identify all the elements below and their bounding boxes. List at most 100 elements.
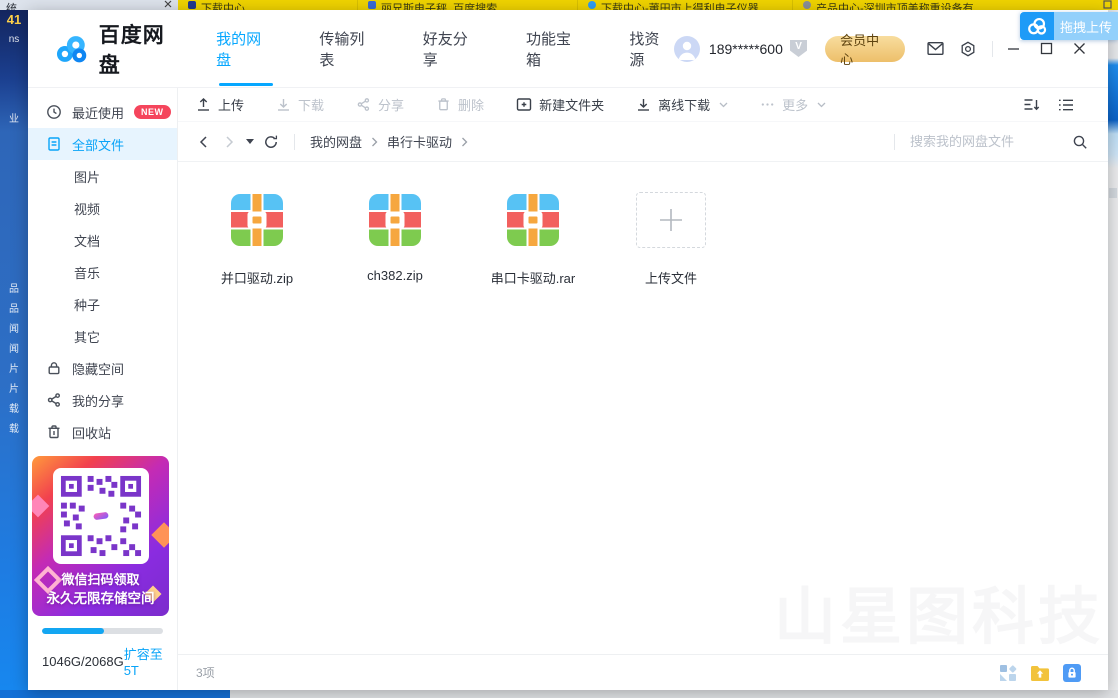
wechat-qr-code [53, 468, 149, 564]
vip-center-button[interactable]: 会员中心 [825, 36, 905, 62]
breadcrumb-separator-icon [371, 137, 378, 147]
baidu-netdisk-window: 百度网盘 我的网盘 传输列表 好友分享 功能宝箱 找资源 189*****600… [28, 10, 1108, 690]
nav-tab-find-resources[interactable]: 找资源 [629, 24, 674, 74]
trash-icon [46, 424, 62, 440]
background-tab-icon [803, 1, 811, 9]
sidebar-item-documents[interactable]: 文档 [28, 224, 177, 256]
file-name: 串口卡驱动.rar [491, 268, 576, 287]
list-view-icon[interactable] [1058, 97, 1074, 112]
sidebar-item-my-shares[interactable]: 我的分享 [28, 384, 177, 416]
status-icons [998, 663, 1082, 683]
nav-tab-toolbox[interactable]: 功能宝箱 [526, 24, 585, 74]
file-item-archive[interactable]: 并口驱动.zip [202, 192, 312, 287]
nav-tab-transfer-list[interactable]: 传输列表 [319, 24, 378, 74]
offline-download-icon [636, 97, 651, 112]
clock-icon [46, 104, 62, 120]
baidu-pan-logo-icon [54, 33, 90, 65]
sidebar-item-videos[interactable]: 视频 [28, 192, 177, 224]
sidebar-item-torrents[interactable]: 种子 [28, 288, 177, 320]
sidebar-item-music[interactable]: 音乐 [28, 256, 177, 288]
app-title: 百度网盘 [99, 19, 186, 79]
search-divider [894, 134, 895, 150]
nav-tab-my-drive[interactable]: 我的网盘 [216, 24, 275, 74]
background-tab-icon [368, 1, 376, 9]
new-folder-button[interactable]: 新建文件夹 [516, 95, 604, 114]
file-item-archive[interactable]: ch382.zip [340, 192, 450, 283]
app-body: 最近使用 NEW 全部文件 图片 视频 文档 音乐 种子 其它 隐藏空间 [28, 88, 1108, 690]
baidu-pan-mini-logo-icon [1020, 12, 1054, 40]
status-bar: 3项 [178, 654, 1108, 690]
diamond-decoration [32, 495, 49, 518]
minimize-button[interactable] [1007, 42, 1020, 55]
new-folder-icon [516, 97, 532, 112]
background-tab-download-center[interactable]: 下载中心 [178, 0, 358, 10]
storage-section: 1046G/2068G 扩容至5T [28, 616, 177, 690]
offline-download-button[interactable]: 离线下载 [636, 95, 728, 114]
background-window-bottom-left[interactable] [0, 690, 230, 698]
chevron-down-icon [719, 102, 728, 108]
avatar[interactable] [674, 36, 700, 62]
sort-icon[interactable] [1023, 97, 1040, 112]
background-tab-search[interactable]: 丽兄斯电子秤_百度搜索 [358, 0, 578, 10]
sidebar-item-recent[interactable]: 最近使用 NEW [28, 96, 177, 128]
search-icon[interactable] [1072, 134, 1088, 150]
promo-banner[interactable]: 微信扫码领取 永久无限存储空间 [32, 456, 169, 616]
refresh-icon[interactable] [263, 134, 279, 150]
sidebar-item-all-files[interactable]: 全部文件 [28, 128, 177, 160]
window-controls [1007, 42, 1086, 55]
header-icons [927, 41, 976, 57]
background-tab-fragment[interactable]: 统 [0, 0, 178, 10]
background-window-left-edge[interactable]: 41 ns 业 品 品 闻 闻 片 片 载 载 [0, 10, 28, 690]
document-icon [46, 136, 62, 152]
background-tab-icon [588, 1, 596, 9]
upload-file-tile[interactable]: 上传文件 [616, 192, 726, 287]
auto-backup-folder-icon[interactable] [1029, 663, 1051, 683]
background-window-controls-fragment [1103, 0, 1118, 9]
history-dropdown-icon[interactable] [246, 139, 254, 144]
sidebar-item-pictures[interactable]: 图片 [28, 160, 177, 192]
username[interactable]: 189*****600 [709, 41, 783, 57]
background-tab-shenzhen[interactable]: 产品中心-深圳市顶美称重设备有 [793, 0, 1008, 10]
settings-gear-icon[interactable] [960, 41, 976, 57]
background-window-right-edge[interactable] [1108, 10, 1118, 698]
sidebar-item-recycle-bin[interactable]: 回收站 [28, 416, 177, 448]
item-count: 3项 [196, 664, 215, 681]
drag-upload-widget[interactable]: 拖拽上传 [1020, 12, 1118, 40]
search-box [910, 134, 1088, 150]
close-button[interactable] [1073, 42, 1086, 55]
background-tab-fragment-label: 统 [6, 0, 17, 10]
breadcrumb-root[interactable]: 我的网盘 [310, 132, 362, 151]
maximize-button[interactable] [1040, 42, 1053, 55]
mail-icon[interactable] [927, 41, 944, 56]
back-button[interactable] [196, 134, 212, 150]
breadcrumb-divider [294, 134, 295, 150]
app-logo: 百度网盘 [54, 19, 186, 79]
zip-file-icon [369, 194, 421, 246]
sidebar-item-others[interactable]: 其它 [28, 320, 177, 352]
background-maximize-fragment-icon [1103, 0, 1112, 9]
storage-upgrade-link[interactable]: 扩容至5T [124, 644, 163, 678]
forward-button[interactable] [221, 134, 237, 150]
lock-icon [46, 360, 62, 376]
file-item-archive[interactable]: 串口卡驱动.rar [478, 192, 588, 287]
hidden-space-lock-icon[interactable] [1062, 663, 1082, 683]
view-controls [1023, 97, 1074, 112]
share-button[interactable]: 分享 [356, 95, 404, 114]
background-tab-putian[interactable]: 下载中心-莆田市上得利电子仪器 [578, 0, 793, 10]
breadcrumb-folder[interactable]: 串行卡驱动 [387, 132, 452, 151]
file-name: 并口驱动.zip [221, 268, 293, 287]
search-input[interactable] [910, 134, 1060, 149]
more-dots-icon [760, 97, 775, 112]
file-name: ch382.zip [367, 268, 423, 283]
storage-progress-fill [42, 628, 104, 634]
nav-tab-friend-share[interactable]: 好友分享 [423, 24, 482, 74]
delete-button[interactable]: 删除 [436, 95, 484, 114]
sidebar-item-hidden-space[interactable]: 隐藏空间 [28, 352, 177, 384]
background-tab-close-icon[interactable] [164, 0, 172, 8]
widgets-grid-icon[interactable] [998, 663, 1018, 683]
more-button[interactable]: 更多 [760, 95, 826, 114]
promo-line-2: 永久无限存储空间 [32, 589, 169, 608]
share-icon [46, 392, 62, 408]
download-button[interactable]: 下载 [276, 95, 324, 114]
upload-button[interactable]: 上传 [196, 95, 244, 114]
